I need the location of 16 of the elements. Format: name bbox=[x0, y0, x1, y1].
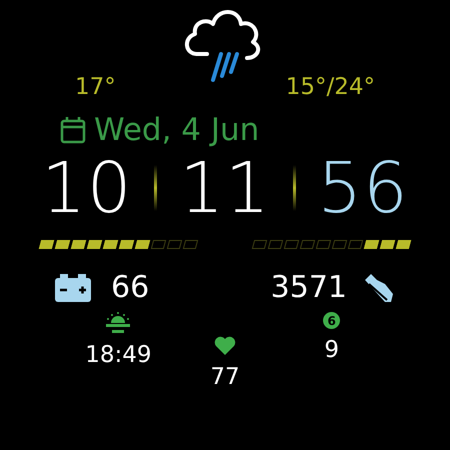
heart-rate: 77 bbox=[210, 366, 240, 389]
battery-icon bbox=[55, 274, 91, 302]
notification-badge: 6 bbox=[323, 312, 340, 329]
calendar-icon bbox=[60, 116, 86, 144]
notification-count: 9 bbox=[324, 339, 339, 362]
current-temperature: 17° bbox=[75, 76, 116, 98]
temperature-range: 15°/24° bbox=[286, 76, 375, 98]
seconds: 56 bbox=[318, 153, 409, 223]
heart-icon bbox=[214, 336, 236, 356]
hours: 10 bbox=[41, 153, 132, 223]
minutes: 11 bbox=[179, 153, 271, 223]
battery-level: 66 bbox=[111, 273, 150, 303]
sunset-icon bbox=[106, 312, 130, 334]
sunset-time: 18:49 bbox=[85, 344, 152, 367]
step-count: 3571 bbox=[270, 273, 347, 303]
date: Wed, 4 Jun bbox=[94, 114, 260, 146]
